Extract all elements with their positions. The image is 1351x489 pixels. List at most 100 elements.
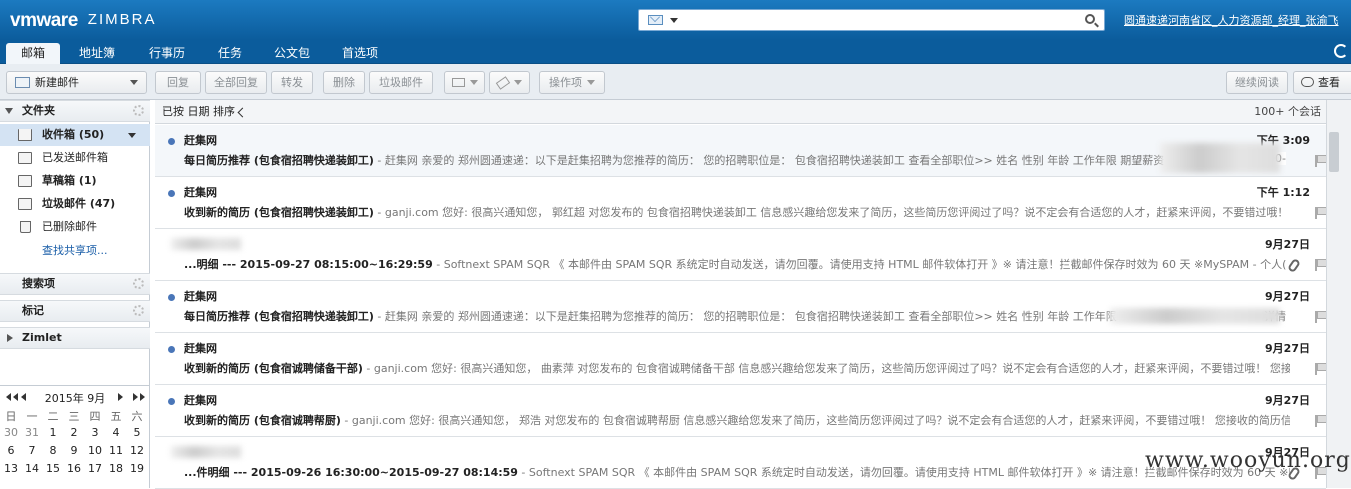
tags-header[interactable]: 标记: [0, 300, 150, 322]
zimbra-logo: vmware ZIMBRA: [10, 10, 156, 32]
actions-label: 操作项: [549, 76, 582, 89]
calendar-day[interactable]: 15: [43, 462, 63, 475]
tab-briefcase[interactable]: 公文包: [265, 43, 319, 64]
calendar-day[interactable]: 3: [85, 426, 105, 439]
calendar-day[interactable]: 10: [85, 444, 105, 457]
continue-reading-button[interactable]: 继续阅读: [1226, 71, 1288, 94]
tag-button[interactable]: [489, 71, 530, 94]
logo-zimbra: ZIMBRA: [87, 11, 157, 28]
message-row[interactable]: 9月27日 ...明细 --- 2015-09-27 08:15:00~16:29…: [155, 229, 1326, 281]
calendar-day[interactable]: 1: [43, 426, 63, 439]
new-mail-button[interactable]: 新建邮件: [6, 71, 147, 94]
gear-icon[interactable]: [133, 305, 144, 316]
calendar-day[interactable]: 5: [127, 426, 147, 439]
zimlet-header[interactable]: Zimlet: [0, 327, 150, 349]
calendar-day[interactable]: 11: [106, 444, 126, 457]
unread-dot-icon[interactable]: [168, 398, 175, 405]
calendar-day[interactable]: 14: [22, 462, 42, 475]
refresh-icon[interactable]: [1334, 44, 1348, 58]
message-row[interactable]: 赶集网 9月27日 每日简历推荐 (包食宿招聘快递装卸工) - 赶集网 亲爱的 郑州…: [155, 281, 1326, 333]
calendar-day[interactable]: 8: [43, 444, 63, 457]
folders-header-label: 文件夹: [22, 104, 55, 117]
find-shares-link[interactable]: 查找共享项...: [0, 240, 150, 262]
message-row[interactable]: 赶集网 9月27日 收到新的简历 (包食宿诚聘帮厨) - ganji.com 您好:…: [155, 385, 1326, 437]
next-year-icon-2[interactable]: [140, 393, 149, 401]
collapse-icon[interactable]: [5, 108, 13, 118]
folders-header[interactable]: 文件夹: [0, 100, 150, 122]
message-fragment: - ganji.com 您好: 很高兴通知您， 郑浩 对您发布的 包食宿诚聘帮厨…: [340, 414, 1290, 427]
tab-tasks[interactable]: 任务: [203, 43, 257, 64]
tab-contacts[interactable]: 地址簿: [70, 43, 124, 64]
gear-icon[interactable]: [133, 105, 144, 116]
calendar-day[interactable]: 17: [85, 462, 105, 475]
calendar-day[interactable]: 18: [106, 462, 126, 475]
folder-label: 已删除邮件: [42, 220, 97, 233]
view-button[interactable]: 查看: [1293, 71, 1351, 94]
calendar-day[interactable]: 2: [64, 426, 84, 439]
calendar-dow: 一: [26, 410, 38, 423]
searches-header[interactable]: 搜索项: [0, 273, 150, 295]
calendar-day[interactable]: 6: [1, 444, 21, 457]
expand-icon[interactable]: [7, 334, 17, 342]
search-input[interactable]: [638, 9, 1105, 31]
list-scrollbar[interactable]: [1326, 100, 1351, 488]
unread-dot-icon[interactable]: [168, 346, 175, 353]
sort-arrow-icon[interactable]: [237, 107, 248, 118]
sidebar-item-junk[interactable]: 垃圾邮件 (47): [0, 193, 150, 215]
next-month-icon[interactable]: [118, 393, 127, 401]
flag-icon[interactable]: [1315, 311, 1326, 323]
message-row[interactable]: 赶集网 9月27日 收到新的简历 (包食宿诚聘储备干部) - ganji.com 您…: [155, 333, 1326, 385]
chevron-down-icon: [587, 80, 595, 89]
actions-button[interactable]: 操作项: [539, 71, 605, 94]
tab-preferences[interactable]: 首选项: [333, 43, 387, 64]
reply-button[interactable]: 回复: [155, 71, 201, 94]
sort-label[interactable]: 已按 日期 排序: [162, 100, 235, 124]
flag-icon[interactable]: [1315, 155, 1326, 167]
reply-all-button[interactable]: 全部回复: [205, 71, 267, 94]
chevron-down-icon[interactable]: [130, 80, 138, 89]
calendar-day[interactable]: 16: [64, 462, 84, 475]
tab-mail[interactable]: 邮箱: [6, 43, 60, 64]
flag-icon[interactable]: [1315, 363, 1326, 375]
calendar-day[interactable]: 30: [1, 426, 21, 439]
search-icon[interactable]: [1085, 14, 1095, 24]
scrollbar-thumb[interactable]: [1329, 132, 1339, 172]
message-subject: 收到新的简历 (包食宿招聘快递装卸工): [184, 206, 374, 219]
tab-calendar[interactable]: 行事历: [140, 43, 194, 64]
chevron-down-icon[interactable]: [670, 18, 678, 27]
calendar-title[interactable]: 2015年 9月: [0, 390, 150, 405]
message-row[interactable]: 赶集网 下午 3:09 每日简历推荐 (包食宿招聘快递装卸工) - 赶集网 亲爱的 …: [155, 125, 1326, 177]
flag-icon[interactable]: [1315, 259, 1326, 271]
calendar-day[interactable]: 9: [64, 444, 84, 457]
sidebar-item-inbox[interactable]: 收件箱 (50): [0, 124, 150, 146]
message-sender: 赶集网: [184, 290, 217, 303]
sidebar-item-trash[interactable]: 已删除邮件: [0, 216, 150, 238]
user-account-link[interactable]: 圆通速递河南省区_人力资源部_经理_张渝飞: [1124, 12, 1339, 28]
sidebar-item-drafts[interactable]: 草稿箱 (1): [0, 170, 150, 192]
junk-button[interactable]: 垃圾邮件: [369, 71, 433, 94]
calendar-day[interactable]: 31: [22, 426, 42, 439]
mail-icon[interactable]: [648, 15, 663, 25]
unread-dot-icon[interactable]: [168, 294, 175, 301]
calendar-day[interactable]: 4: [106, 426, 126, 439]
delete-button[interactable]: 删除: [323, 71, 365, 94]
flag-icon[interactable]: [1315, 207, 1326, 219]
message-fragment: - 赶集网 亲爱的 郑州圆通速递：以下是赶集招聘为您推荐的简历： 您的招聘职位是…: [373, 310, 1117, 323]
message-subject: 收到新的简历 (包食宿诚聘储备干部): [184, 362, 363, 375]
unread-dot-icon[interactable]: [168, 190, 175, 197]
calendar-day[interactable]: 7: [22, 444, 42, 457]
chevron-down-icon[interactable]: [128, 133, 136, 142]
calendar-day[interactable]: 13: [1, 462, 21, 475]
message-fragment: - 赶集网 亲爱的 郑州圆通速递：以下是赶集招聘为您推荐的简历： 您的招聘职位是…: [373, 154, 1165, 167]
logo-vmware: vmware: [10, 10, 78, 31]
message-row[interactable]: 赶集网 下午 1:12 收到新的简历 (包食宿招聘快递装卸工) - ganji.co…: [155, 177, 1326, 229]
gear-icon[interactable]: [133, 278, 144, 289]
calendar-day[interactable]: 19: [127, 462, 147, 475]
forward-button[interactable]: 转发: [271, 71, 313, 94]
sidebar-item-sent[interactable]: 已发送邮件箱: [0, 147, 150, 169]
move-button[interactable]: [444, 71, 485, 94]
unread-dot-icon[interactable]: [168, 138, 175, 145]
flag-icon[interactable]: [1315, 415, 1326, 427]
message-sender: 赶集网: [184, 134, 217, 147]
calendar-day[interactable]: 12: [127, 444, 147, 457]
